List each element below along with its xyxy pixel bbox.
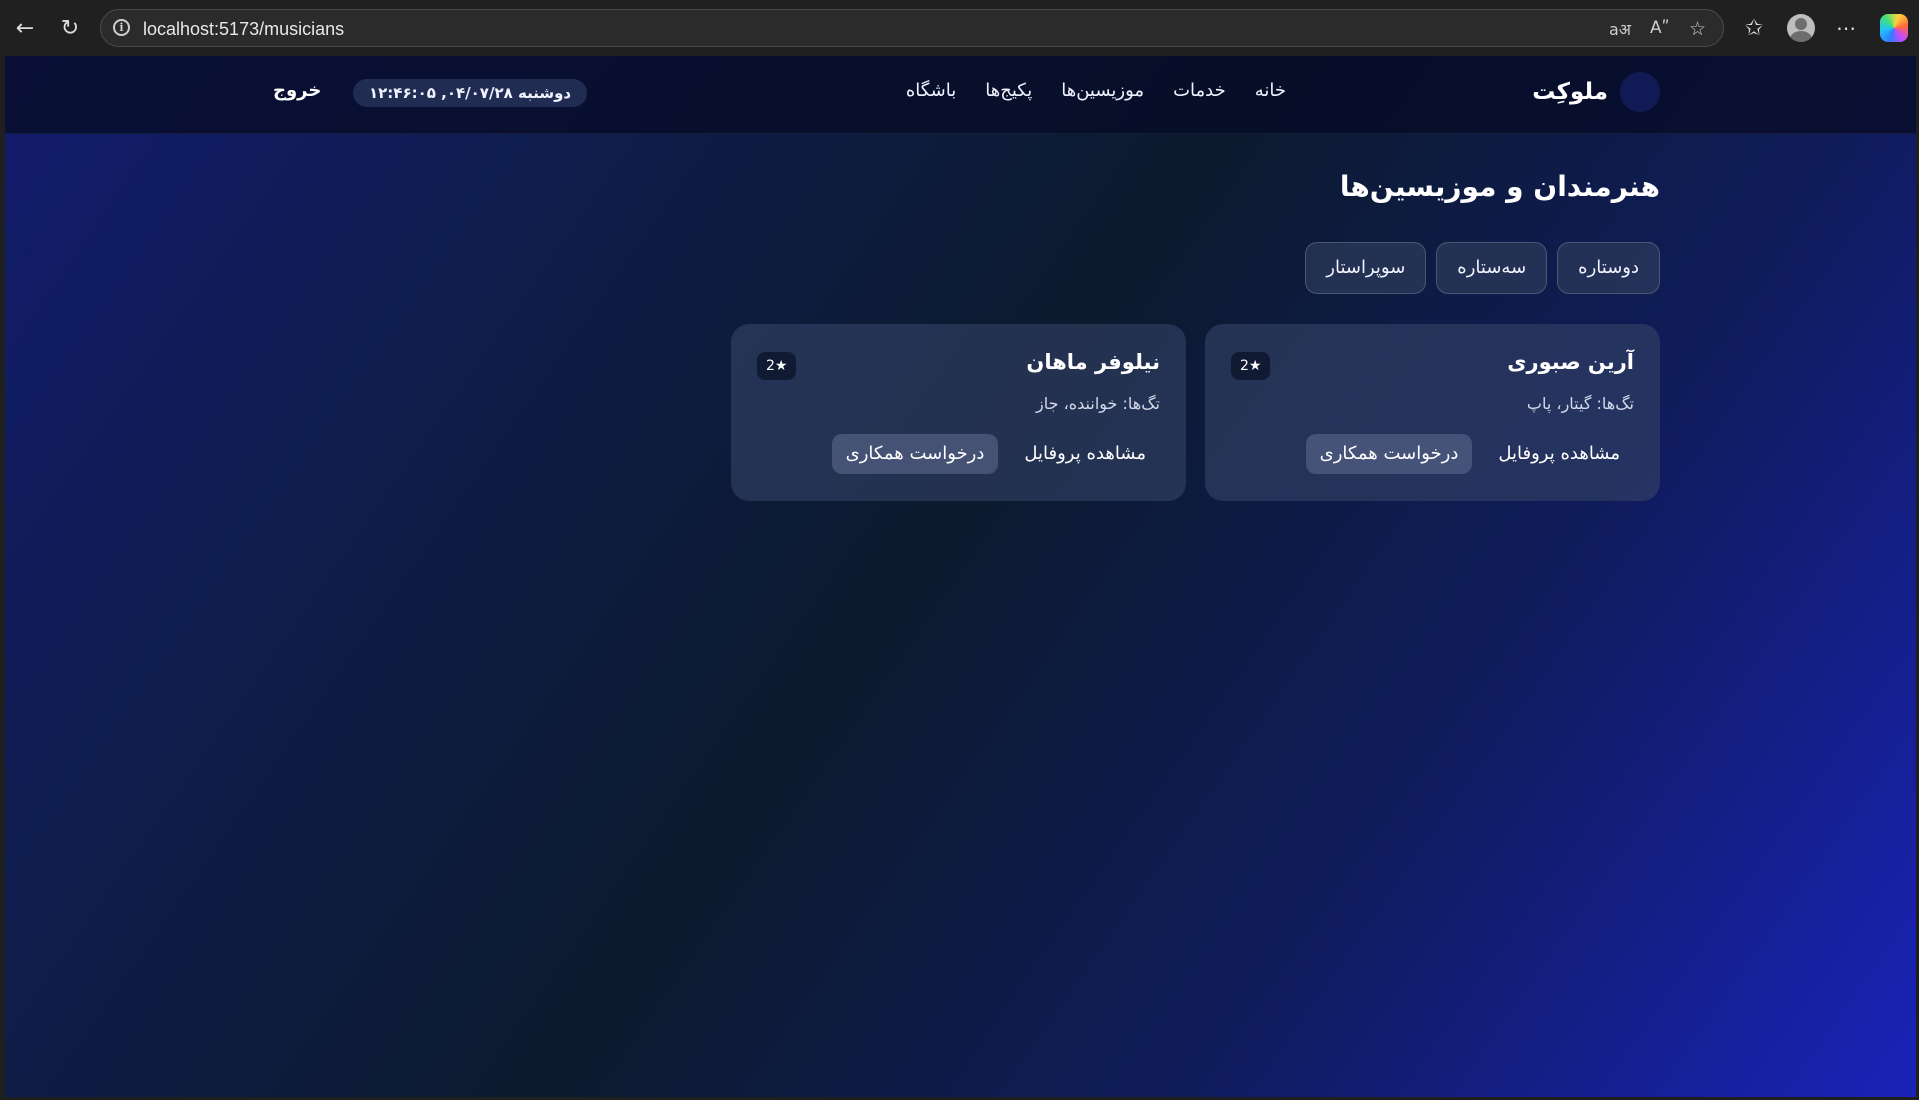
copilot-icon[interactable] xyxy=(1880,14,1908,42)
card-actions: مشاهده پروفایل درخواست همکاری xyxy=(1305,434,1634,474)
site-info-icon[interactable]: i xyxy=(113,19,130,36)
url-text[interactable]: localhost:5173/musicians xyxy=(143,19,344,40)
filter-two-star[interactable]: دوستاره xyxy=(1557,242,1660,294)
datetime-badge: دوشنبه ۰۴/۰۷/۲۸, ۱۲:۴۶:۰۵ xyxy=(353,79,588,107)
musician-name: نیلوفر ماهان xyxy=(1026,350,1160,374)
musician-tags: تگ‌ها: خواننده، جاز xyxy=(1036,394,1160,413)
card-actions: مشاهده پروفایل درخواست همکاری xyxy=(831,434,1160,474)
brand-logo-icon xyxy=(1620,72,1660,112)
address-bar[interactable]: i localhost:5173/musicians aअ Aʺ ☆ xyxy=(100,9,1724,47)
main-nav: خانه خدمات موزیسین‌ها پکیج‌ها باشگاه xyxy=(906,80,1286,101)
nav-club[interactable]: باشگاه xyxy=(906,80,956,101)
musician-cards: آرین صبوری 2★ تگ‌ها: گیتار، پاپ مشاهده پ… xyxy=(731,324,1660,501)
view-profile-button[interactable]: مشاهده پروفایل xyxy=(1484,434,1634,474)
rating-badge: 2★ xyxy=(757,352,797,380)
site-header: ملوکِت خانه خدمات موزیسین‌ها پکیج‌ها باش… xyxy=(5,56,1916,134)
musician-tags: تگ‌ها: گیتار، پاپ xyxy=(1526,394,1634,413)
translate-icon[interactable]: aअ xyxy=(1609,18,1631,40)
tier-filters: دوستاره سه‌ستاره سوپراستار xyxy=(1305,242,1660,294)
collab-request-button[interactable]: درخواست همکاری xyxy=(831,434,999,474)
brand[interactable]: ملوکِت xyxy=(1532,72,1660,112)
back-arrow-icon[interactable]: ← xyxy=(10,13,40,43)
musician-card: نیلوفر ماهان 2★ تگ‌ها: خواننده، جاز مشاه… xyxy=(731,324,1186,501)
musician-card: آرین صبوری 2★ تگ‌ها: گیتار، پاپ مشاهده پ… xyxy=(1205,324,1660,501)
nav-musicians[interactable]: موزیسین‌ها xyxy=(1061,80,1144,101)
reload-icon[interactable]: ↻ xyxy=(55,13,85,43)
nav-packages[interactable]: پکیج‌ها xyxy=(985,80,1032,101)
favorites-icon[interactable]: ✩ xyxy=(1738,12,1770,44)
view-profile-button[interactable]: مشاهده پروفایل xyxy=(1010,434,1160,474)
page-title: هنرمندان و موزیسین‌ها xyxy=(1339,170,1660,203)
page-viewport: ملوکِت خانه خدمات موزیسین‌ها پکیج‌ها باش… xyxy=(5,56,1916,1097)
rating-badge: 2★ xyxy=(1231,352,1271,380)
brand-name: ملوکِت xyxy=(1532,79,1608,105)
browser-toolbar: ← ↻ i localhost:5173/musicians aअ Aʺ ☆ ✩… xyxy=(0,0,1919,56)
filter-superstar[interactable]: سوپراستار xyxy=(1305,242,1427,294)
nav-services[interactable]: خدمات xyxy=(1173,80,1226,101)
filter-three-star[interactable]: سه‌ستاره xyxy=(1436,242,1548,294)
read-aloud-icon[interactable]: Aʺ xyxy=(1650,18,1669,38)
logout-button[interactable]: خروج xyxy=(273,80,321,101)
more-icon[interactable]: ⋯ xyxy=(1830,12,1862,44)
collab-request-button[interactable]: درخواست همکاری xyxy=(1305,434,1473,474)
musician-name: آرین صبوری xyxy=(1507,350,1634,374)
nav-home[interactable]: خانه xyxy=(1255,80,1286,101)
star-icon[interactable]: ☆ xyxy=(1689,18,1706,40)
profile-avatar-icon[interactable] xyxy=(1787,14,1815,42)
